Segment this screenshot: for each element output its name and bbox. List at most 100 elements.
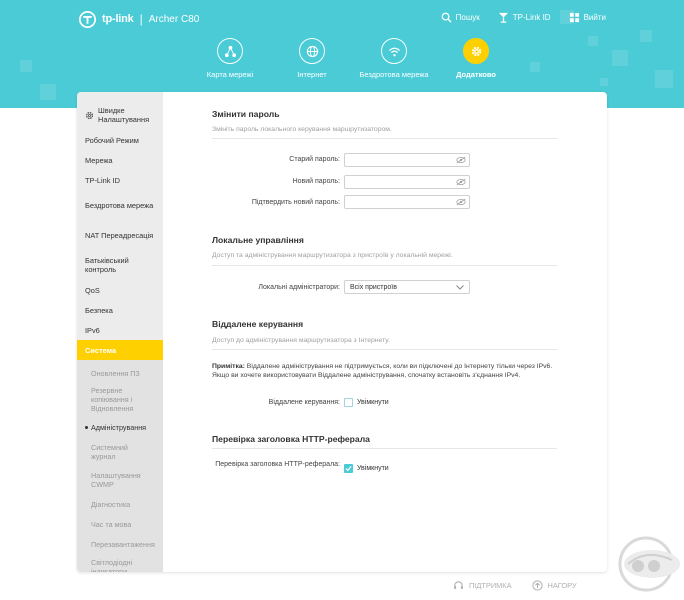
tp-link-id-label: TP-Link ID bbox=[512, 13, 551, 22]
decor-pixel bbox=[530, 62, 540, 72]
decor-pixel bbox=[588, 36, 598, 46]
new-password-label: Новий пароль: bbox=[292, 178, 340, 185]
support-link[interactable]: ПІДТРИМКА bbox=[453, 580, 512, 591]
sidebar-item-qos[interactable]: QoS bbox=[77, 280, 163, 300]
remote-management-title: Віддалене керування bbox=[212, 319, 304, 329]
sidebar-item-nat-forwarding[interactable]: NAT Переадресація bbox=[77, 220, 163, 250]
sidebar-sub-diagnostics[interactable]: Діагностика bbox=[77, 494, 163, 514]
sidebar: Швидке Налаштування Робочий Режим Мережа… bbox=[77, 92, 163, 572]
confirm-password-label: Підтвердить новий пароль: bbox=[251, 199, 340, 206]
remote-management-toggle[interactable]: Увімкнути bbox=[344, 398, 389, 407]
sidebar-sub-firmware-update[interactable]: Оновлення ПЗ bbox=[77, 360, 163, 382]
sidebar-sub-backup-restore[interactable]: Резервне копіювання і Відновлення bbox=[77, 382, 163, 416]
decor-pixel bbox=[20, 60, 32, 72]
sidebar-item-label: Батьківський контроль bbox=[85, 256, 129, 274]
section-divider bbox=[212, 349, 557, 350]
decor-pixel bbox=[612, 50, 628, 66]
user-id-icon bbox=[498, 12, 508, 23]
sidebar-item-system[interactable]: Система bbox=[77, 340, 163, 360]
remote-management-label: Віддалене керування: bbox=[268, 399, 340, 406]
sidebar-item-label: Система bbox=[85, 345, 117, 355]
sidebar-item-label: QoS bbox=[85, 285, 100, 295]
sidebar-sub-administration[interactable]: Адміністрування bbox=[77, 416, 163, 438]
local-management-title: Локальне управління bbox=[212, 235, 304, 245]
nav-advanced[interactable]: Додатково bbox=[435, 38, 517, 79]
new-password-input[interactable] bbox=[345, 181, 453, 194]
settings-card: Швидке Налаштування Робочий Режим Мережа… bbox=[77, 92, 607, 572]
remote-management-note: Примітка: Віддалене адміністрування не п… bbox=[212, 363, 562, 380]
sidebar-item-quick-setup[interactable]: Швидке Налаштування bbox=[77, 100, 163, 130]
local-admins-label: Локальні адміністратори: bbox=[258, 284, 340, 291]
sidebar-sub-led-control[interactable]: Світлодіодні індикатори bbox=[77, 554, 163, 572]
search-link[interactable]: Пошук bbox=[441, 12, 480, 23]
sidebar-sub-label: Час та мова bbox=[91, 519, 132, 529]
old-password-label: Старий пароль: bbox=[289, 156, 340, 163]
back-to-top-link[interactable]: НАГОРУ bbox=[531, 580, 577, 591]
sidebar-sub-label: Оновлення ПЗ bbox=[91, 368, 140, 378]
search-icon bbox=[441, 12, 452, 23]
watermark-badge-icon bbox=[618, 536, 680, 592]
sidebar-item-label: Мережа bbox=[85, 155, 113, 165]
nav-wireless-label: Бездротова мережа bbox=[359, 70, 429, 79]
http-referer-checkbox-label: Увімкнути bbox=[357, 465, 389, 472]
brand-separator: | bbox=[139, 12, 143, 26]
wifi-icon bbox=[388, 47, 400, 56]
old-password-field[interactable] bbox=[344, 153, 470, 172]
sidebar-sub-time-language[interactable]: Час та мова bbox=[77, 514, 163, 534]
http-referer-label: Перевірка заголовка HTTP-реферала: bbox=[215, 461, 340, 468]
nav-circle bbox=[381, 38, 407, 64]
sidebar-item-tp-link-id[interactable]: TP-Link ID bbox=[77, 170, 163, 190]
nav-circle bbox=[217, 38, 243, 64]
section-divider bbox=[212, 448, 557, 449]
nav-internet-label: Інтернет bbox=[297, 70, 327, 79]
http-referer-checkbox[interactable] bbox=[344, 464, 353, 473]
nav-network-map[interactable]: Карта мережі bbox=[189, 38, 271, 79]
tp-link-logo[interactable]: tp-link | Archer C80 bbox=[79, 10, 199, 28]
tp-link-id-link[interactable]: TP-Link ID bbox=[498, 12, 551, 23]
sidebar-item-ipv6[interactable]: IPv6 bbox=[77, 320, 163, 340]
confirm-password-input[interactable] bbox=[345, 201, 453, 214]
change-password-desc: Змініть пароль локального керування марш… bbox=[212, 126, 392, 133]
sidebar-item-label: IPv6 bbox=[85, 325, 100, 335]
chevron-down-icon bbox=[456, 285, 464, 290]
show-password-icon[interactable] bbox=[456, 198, 466, 206]
new-password-field[interactable] bbox=[344, 175, 470, 194]
decor-pixel bbox=[640, 30, 652, 42]
nav-wireless[interactable]: Бездротова мережа bbox=[353, 38, 435, 79]
sidebar-sub-cwmp-settings[interactable]: Налаштування CWMP bbox=[77, 466, 163, 494]
sidebar-item-operation-mode[interactable]: Робочий Режим bbox=[77, 130, 163, 150]
quick-setup-gear-icon bbox=[85, 111, 94, 119]
sidebar-item-label: Безпека bbox=[85, 305, 113, 315]
show-password-icon[interactable] bbox=[456, 178, 466, 186]
local-admins-value: Всіх пристроїв bbox=[350, 283, 397, 291]
tp-link-logo-icon bbox=[79, 10, 96, 28]
network-map-icon bbox=[224, 45, 236, 57]
nav-internet[interactable]: Інтернет bbox=[271, 38, 353, 79]
remote-management-checkbox-label: Увімкнути bbox=[357, 399, 389, 406]
nav-network-map-label: Карта мережі bbox=[206, 70, 254, 79]
sidebar-item-label: NAT Переадресація bbox=[85, 230, 154, 240]
model-name: Archer C80 bbox=[148, 13, 200, 25]
sidebar-item-label: TP-Link ID bbox=[85, 175, 120, 185]
sidebar-item-network[interactable]: Мережа bbox=[77, 150, 163, 170]
sidebar-sub-system-log[interactable]: Системний журнал bbox=[77, 438, 163, 466]
sidebar-item-label: Швидке Налаштування bbox=[98, 106, 150, 124]
brand-name: tp-link bbox=[102, 13, 134, 25]
remote-management-checkbox[interactable] bbox=[344, 398, 353, 407]
logout-link[interactable]: Вийти bbox=[569, 12, 606, 23]
checkmark-icon bbox=[345, 466, 352, 472]
section-divider bbox=[212, 138, 557, 139]
sidebar-item-security[interactable]: Безпека bbox=[77, 300, 163, 320]
sidebar-sub-label: Світлодіодні індикатори bbox=[91, 558, 133, 572]
active-dot bbox=[85, 425, 88, 429]
sidebar-item-parental-controls[interactable]: Батьківський контроль bbox=[77, 250, 163, 280]
http-referer-toggle[interactable]: Увімкнути bbox=[344, 464, 389, 473]
local-admins-select[interactable]: Всіх пристроїв bbox=[344, 280, 470, 294]
logout-label: Вийти bbox=[583, 13, 606, 22]
top-links: Пошук TP-Link ID Вийти bbox=[441, 12, 606, 23]
show-password-icon[interactable] bbox=[456, 156, 466, 164]
sidebar-item-wireless[interactable]: Бездротова мережа bbox=[77, 190, 163, 220]
confirm-password-field[interactable] bbox=[344, 195, 470, 214]
sidebar-sub-reboot[interactable]: Перезавантаження bbox=[77, 534, 163, 554]
old-password-input[interactable] bbox=[345, 159, 453, 172]
